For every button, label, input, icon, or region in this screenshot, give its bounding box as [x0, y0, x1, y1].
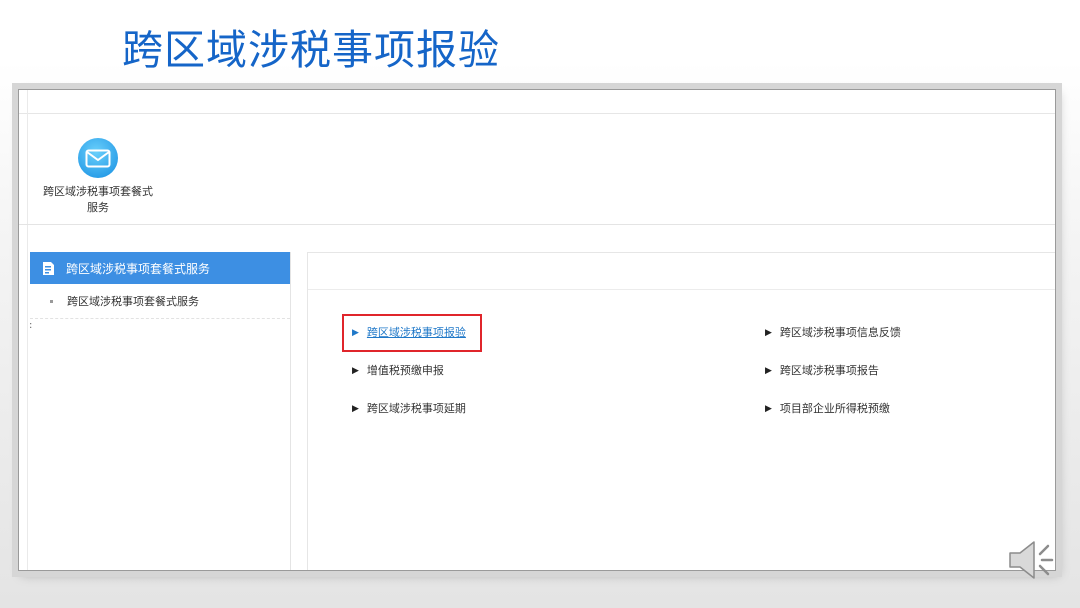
- service-tile[interactable]: 跨区域涉税事项套餐式 服务: [33, 138, 163, 216]
- triangle-right-icon: ▶: [352, 404, 359, 414]
- highlight-box: [342, 314, 482, 352]
- link-label: 项目部企业所得税预缴: [779, 402, 890, 415]
- divider: [19, 224, 1055, 225]
- link-project-income-tax[interactable]: ▶ 项目部企业所得税预缴: [765, 401, 890, 417]
- link-info-feedback[interactable]: ▶ 跨区域涉税事项信息反馈: [765, 325, 901, 341]
- sidebar-header[interactable]: 跨区域涉税事项套餐式服务: [30, 252, 290, 284]
- link-cross-region-extension[interactable]: ▶ 跨区域涉税事项延期: [352, 401, 466, 417]
- service-tile-label: 跨区域涉税事项套餐式 服务: [33, 184, 163, 216]
- sidebar-item[interactable]: 跨区域涉税事项套餐式服务: [30, 284, 290, 319]
- triangle-right-icon: ▶: [352, 366, 359, 376]
- top-bar: [19, 90, 1055, 114]
- link-label: 跨区域涉税事项报告: [779, 364, 879, 377]
- link-vat-prepayment[interactable]: ▶ 增值税预缴申报: [352, 363, 444, 379]
- panel-header: [308, 253, 1055, 290]
- left-edge-line: [27, 90, 28, 570]
- triangle-right-icon: ▶: [765, 328, 772, 338]
- sidebar-item-label: 跨区域涉税事项套餐式服务: [67, 295, 199, 308]
- portal-screenshot: 跨区域涉税事项套餐式 服务 跨区域涉税事项套餐式服务 跨区域涉税事项套餐式服务 …: [18, 89, 1056, 571]
- triangle-right-icon: ▶: [765, 366, 772, 376]
- bullet-icon: [50, 299, 53, 303]
- service-tile-label-line1: 跨区域涉税事项套餐式: [43, 185, 153, 198]
- link-cross-region-report[interactable]: ▶ 跨区域涉税事项报告: [765, 363, 879, 379]
- speaker-icon[interactable]: [1004, 536, 1060, 584]
- sidebar-header-label: 跨区域涉税事项套餐式服务: [66, 261, 211, 276]
- slide-title: 跨区域涉税事项报验: [122, 26, 500, 74]
- edge-mark: :: [29, 320, 33, 331]
- link-label: 跨区域涉税事项延期: [366, 402, 466, 415]
- mail-icon: [78, 138, 118, 178]
- sidebar: 跨区域涉税事项套餐式服务 跨区域涉税事项套餐式服务: [30, 252, 291, 570]
- document-icon: [42, 261, 56, 276]
- link-label: 跨区域涉税事项信息反馈: [779, 326, 901, 339]
- link-label: 增值税预缴申报: [366, 364, 444, 377]
- triangle-right-icon: ▶: [765, 404, 772, 414]
- service-tile-label-line2: 服务: [87, 201, 109, 214]
